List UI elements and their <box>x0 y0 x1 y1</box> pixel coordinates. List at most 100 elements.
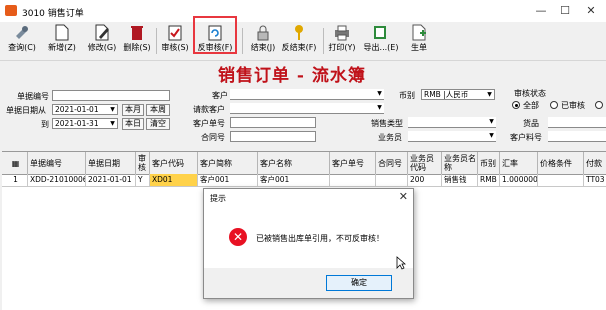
cell-currency[interactable]: RMB <box>478 174 500 186</box>
audit-status-label: 审核状态 <box>514 89 546 98</box>
export-button[interactable]: 导出...(E) <box>360 24 402 58</box>
edit-label: 修改(G) <box>87 43 117 52</box>
dialog-message: 已被销售出库单引用，不可反审核！ <box>256 234 384 243</box>
today-button[interactable]: 本日 <box>122 118 144 130</box>
title-bar: 3010 销售订单 — ☐ ✕ <box>0 0 606 23</box>
close-doc-button[interactable]: 结束(J) <box>246 24 280 58</box>
generate-label: 生单 <box>411 43 427 52</box>
close-button[interactable]: ✕ <box>576 3 606 19</box>
chevron-down-icon[interactable]: ▼ <box>485 90 494 99</box>
toolbar-separator <box>242 28 243 54</box>
new-label: 新增(Z) <box>48 43 76 52</box>
salesman-input[interactable]: ▼ <box>408 131 496 142</box>
cell-doc-date[interactable]: 2021-01-01 <box>86 174 136 186</box>
customer-input[interactable]: ▼ <box>230 89 384 100</box>
col-cust-short[interactable]: 客户简称 <box>198 152 258 174</box>
error-icon: ✕ <box>229 228 247 246</box>
delete-button[interactable]: 删除(S) <box>120 24 154 58</box>
col-rate[interactable]: 汇率 <box>500 152 538 174</box>
toolbar-separator <box>323 28 324 54</box>
radio-audited[interactable] <box>550 101 558 109</box>
query-label: 查询(C) <box>8 43 36 52</box>
printer-icon <box>333 24 351 41</box>
col-contract[interactable]: 合同号 <box>376 152 408 174</box>
date-from-label: 单据日期从 <box>6 106 46 115</box>
trash-icon <box>128 24 146 41</box>
dialog-footer: 确定 <box>204 268 413 298</box>
cust-doc-input[interactable] <box>230 117 316 128</box>
col-currency[interactable]: 币别 <box>478 152 500 174</box>
radio-all[interactable] <box>512 101 520 109</box>
cell-cust-name[interactable]: 客户001 <box>258 174 330 186</box>
this-week-button[interactable]: 本周 <box>146 104 170 116</box>
cell-doc-no[interactable]: XDD-21010006 <box>28 174 86 186</box>
cust-doc-label: 客户单号 <box>193 119 225 128</box>
date-to-input[interactable]: 2021-01-31 ▼ <box>52 118 118 129</box>
currency-select[interactable]: RMB |人民币 ▼ <box>421 89 495 100</box>
mouse-cursor-icon <box>396 256 406 270</box>
col-cust-name[interactable]: 客户名称 <box>258 152 330 174</box>
cust-item-input[interactable] <box>548 131 606 142</box>
radio-unaudited[interactable] <box>595 101 603 109</box>
cell-audit[interactable]: Y <box>136 174 150 186</box>
col-price-terms[interactable]: 价格条件 <box>538 152 584 174</box>
print-button[interactable]: 打印(Y) <box>326 24 358 58</box>
chevron-down-icon[interactable]: ▼ <box>487 117 496 127</box>
col-doc-date[interactable]: 单据日期 <box>86 152 136 174</box>
edit-button[interactable]: 修改(G) <box>84 24 120 58</box>
col-doc-no[interactable]: 单据编号 <box>28 152 86 174</box>
chevron-down-icon[interactable]: ▼ <box>375 89 384 99</box>
req-customer-input[interactable]: ▼ <box>230 103 384 114</box>
cell-salesman-code[interactable]: 200 <box>408 174 442 186</box>
chevron-down-icon[interactable]: ▼ <box>487 131 496 141</box>
edit-icon <box>93 24 111 41</box>
generate-icon <box>410 24 428 41</box>
audit-button[interactable]: 审核(S) <box>158 24 192 58</box>
chevron-down-icon[interactable]: ▼ <box>375 103 384 113</box>
query-button[interactable]: 查询(C) <box>4 24 40 58</box>
col-salesman-name[interactable]: 业务员名称 <box>442 152 478 174</box>
customer-label: 客户 <box>212 91 228 100</box>
radio-audited-label: 已审核 <box>561 101 585 110</box>
contract-label: 合同号 <box>201 133 225 142</box>
dialog-title: 提示 <box>210 194 226 203</box>
ok-button[interactable]: 确定 <box>326 275 392 291</box>
this-month-button[interactable]: 本月 <box>122 104 144 116</box>
col-salesman-code[interactable]: 业务员代码 <box>408 152 442 174</box>
generate-button[interactable]: 生单 <box>404 24 434 58</box>
close-doc-label: 结束(J) <box>250 43 276 52</box>
cell-cust-doc[interactable] <box>330 174 376 186</box>
goods-input[interactable] <box>548 117 606 128</box>
date-from-value: 2021-01-01 <box>55 105 99 114</box>
cell-payment[interactable]: TT03 <box>584 174 606 186</box>
cell-price-terms[interactable] <box>538 174 584 186</box>
row-index: 1 <box>2 174 28 186</box>
clear-button[interactable]: 清空 <box>146 118 170 130</box>
cell-cust-short[interactable]: 客户001 <box>198 174 258 186</box>
audit-label: 审核(S) <box>161 43 189 52</box>
date-from-input[interactable]: 2021-01-01 ▼ <box>52 104 118 115</box>
key-icon <box>290 24 308 41</box>
cell-contract[interactable] <box>376 174 408 186</box>
chevron-down-icon[interactable]: ▼ <box>108 119 117 128</box>
col-cust-doc[interactable]: 客户单号 <box>330 152 376 174</box>
cell-rate[interactable]: 1.000000 <box>500 174 538 186</box>
dialog-close-button[interactable]: ✕ <box>399 190 408 203</box>
new-button[interactable]: 新增(Z) <box>44 24 80 58</box>
col-audit[interactable]: 审核 <box>136 152 150 174</box>
cell-cust-code[interactable]: XD01 <box>150 174 198 186</box>
sales-type-input[interactable]: ▼ <box>408 117 496 128</box>
table-row[interactable]: 1 XDD-21010006 2021-01-01 Y XD01 客户001 客… <box>2 174 606 187</box>
currency-value: RMB |人民币 <box>424 90 469 99</box>
page-title: 销售订单 - 流水簿 <box>218 66 366 86</box>
doc-no-input[interactable] <box>52 90 170 101</box>
grid-header: ▦ 单据编号 单据日期 审核 客户代码 客户简称 客户名称 客户单号 合同号 业… <box>2 152 606 175</box>
currency-label: 币别 <box>399 91 415 100</box>
unclose-doc-button[interactable]: 反结束(F) <box>280 24 318 58</box>
toolbar-separator <box>156 28 157 54</box>
chevron-down-icon[interactable]: ▼ <box>108 105 117 114</box>
contract-input[interactable] <box>230 131 316 142</box>
col-cust-code[interactable]: 客户代码 <box>150 152 198 174</box>
cell-salesman-name[interactable]: 销售钱 <box>442 174 478 186</box>
col-payment[interactable]: 付款 <box>584 152 606 174</box>
